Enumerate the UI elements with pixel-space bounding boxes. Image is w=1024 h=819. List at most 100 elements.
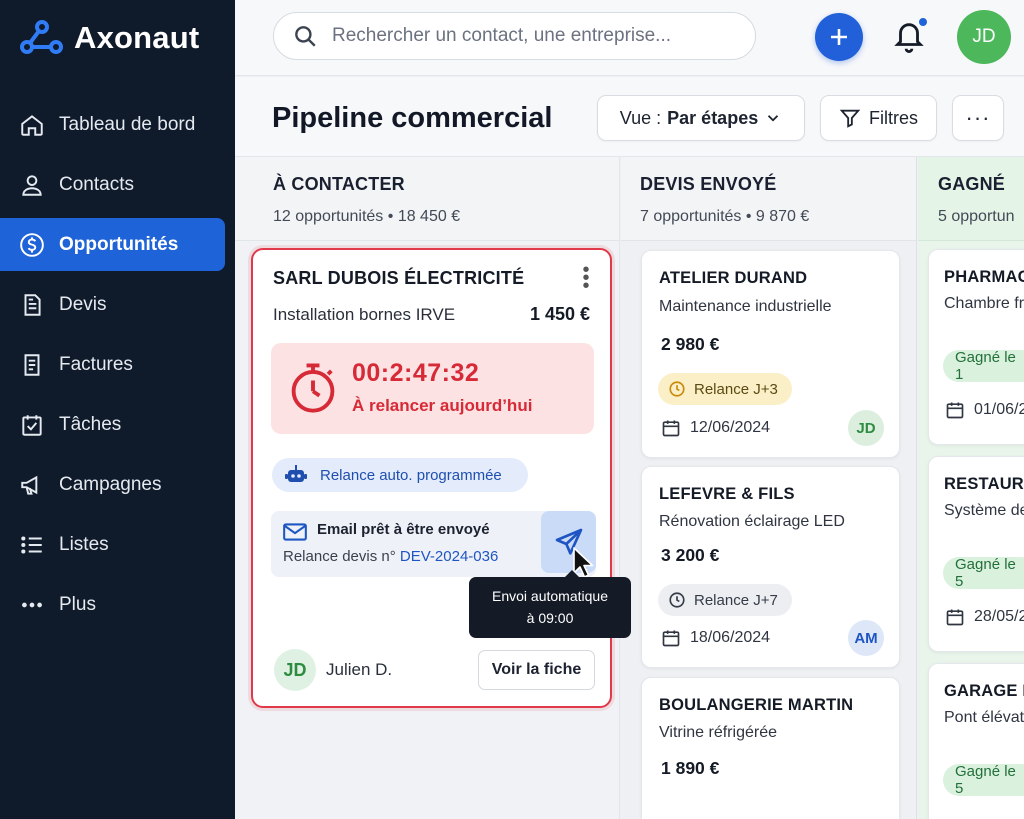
megaphone-icon: [18, 471, 46, 499]
sidebar: Axonaut Tableau de bord Contacts Opportu…: [0, 0, 235, 819]
list-icon: [18, 531, 46, 559]
sidebar-item-label: Opportunités: [59, 233, 179, 255]
clock-icon: [669, 592, 685, 608]
sidebar-item-label: Tâches: [59, 413, 122, 435]
card-description: Maintenance industrielle: [659, 298, 832, 315]
card-company: BOULANGERIE MARTIN: [659, 696, 854, 714]
column-title: DEVIS ENVOYÉ: [640, 174, 777, 194]
sidebar-item-label: Plus: [59, 593, 96, 615]
opportunity-card-highlighted[interactable]: SARL DUBOIS ÉLECTRICITÉ • • • Installation…: [251, 248, 612, 708]
view-record-button[interactable]: Voir la fiche: [478, 650, 595, 690]
card-amount: 1 450 €: [529, 304, 590, 324]
owner-avatar: JD: [274, 649, 316, 691]
search-input[interactable]: [332, 25, 722, 47]
owner-avatar: AM: [848, 620, 884, 656]
home-icon: [18, 111, 46, 139]
calendar-check-icon: [18, 411, 46, 439]
calendar-icon: [946, 402, 964, 419]
user-avatar[interactable]: JD: [957, 10, 1011, 64]
timer-value: 00:2:47:32: [352, 359, 480, 387]
email-ready-panel: Email prêt à être envoyé Relance devis n…: [271, 511, 596, 577]
sidebar-item-campaigns[interactable]: Campagnes: [0, 458, 225, 511]
sidebar-item-label: Campagnes: [59, 473, 162, 495]
status-badge: Gagné le 1: [943, 349, 1024, 383]
card-company: GARAGE P: [944, 682, 1024, 700]
opportunity-card[interactable]: ATELIER DURAND Maintenance industrielle …: [641, 250, 900, 458]
opportunity-card[interactable]: GARAGE P Pont élévat Gagné le 5: [928, 663, 1024, 819]
card-amount: 3 200 €: [661, 545, 720, 565]
robot-icon: [285, 465, 307, 482]
opportunity-card[interactable]: RESTAURE Système de Gagné le 5 28/05/2: [928, 456, 1024, 652]
document-icon: [18, 291, 46, 319]
sidebar-item-invoices[interactable]: Factures: [0, 338, 225, 391]
email-reference: Relance devis n° DEV-2024-036: [283, 548, 499, 565]
sidebar-item-lists[interactable]: Listes: [0, 518, 225, 571]
card-description: Rénovation éclairage LED: [659, 513, 845, 530]
card-company: ATELIER DURAND: [659, 269, 808, 287]
more-options-button[interactable]: ···: [952, 95, 1004, 141]
card-description: Installation bornes IRVE: [273, 305, 456, 324]
status-badge: Gagné le 5: [943, 763, 1024, 797]
filters-label: Filtres: [869, 107, 918, 128]
sidebar-item-more[interactable]: Plus: [0, 578, 225, 631]
timer-label: À relancer aujourd’hui: [352, 396, 533, 415]
column-header: DEVIS ENVOYÉ 7 opportunités • 9 870 €: [621, 157, 916, 241]
quote-link[interactable]: DEV-2024-036: [400, 548, 498, 565]
card-description: Pont élévat: [944, 709, 1024, 726]
card-company: RESTAURE: [944, 475, 1024, 493]
calendar-icon: [662, 420, 680, 437]
card-company: PHARMAC: [944, 268, 1024, 286]
card-date: 12/06/2024: [661, 418, 770, 438]
add-button[interactable]: [815, 13, 863, 61]
card-company: LEFEVRE & FILS: [659, 485, 795, 503]
card-date: 28/05/2: [945, 607, 1024, 627]
sidebar-item-dashboard[interactable]: Tableau de bord: [0, 98, 225, 151]
card-description: Vitrine réfrigérée: [659, 724, 777, 741]
app-logo[interactable]: Axonaut: [20, 20, 199, 56]
page-header: Pipeline commercial Vue : Par étapes Fil…: [235, 77, 1024, 157]
app-name: Axonaut: [74, 20, 200, 55]
owner-name: Julien D.: [326, 660, 393, 679]
card-menu-icon[interactable]: • • •: [582, 260, 590, 296]
won-cards-viewport: PHARMAC Chambre fr Gagné le 1 01/06/2 RE…: [918, 157, 1024, 819]
sidebar-item-label: Tableau de bord: [59, 113, 196, 135]
follow-up-timer: 00:2:47:32 À relancer aujourd’hui: [271, 343, 594, 434]
mail-icon: [283, 523, 307, 541]
sidebar-item-opportunities[interactable]: Opportunités: [0, 218, 225, 271]
sidebar-item-quotes[interactable]: Devis: [0, 278, 225, 331]
chevron-down-icon: [768, 115, 779, 122]
auto-follow-up-badge: Relance auto. programmée: [272, 458, 528, 492]
topbar: JD: [235, 0, 1024, 76]
sidebar-nav: Tableau de bord Contacts Opportunités De…: [0, 98, 235, 638]
column-summary: 12 opportunités • 18 450 €: [273, 208, 461, 225]
view-value: Par étapes: [667, 107, 759, 128]
notification-badge: [917, 16, 929, 28]
invoice-icon: [18, 351, 46, 379]
status-badge: Relance J+7: [658, 584, 792, 616]
opportunity-card[interactable]: LEFEVRE & FILS Rénovation éclairage LED …: [641, 466, 900, 668]
sidebar-item-tasks[interactable]: Tâches: [0, 398, 225, 451]
filters-button[interactable]: Filtres: [820, 95, 937, 141]
opportunity-card[interactable]: BOULANGERIE MARTIN Vitrine réfrigérée 1 …: [641, 677, 900, 819]
column-title: À CONTACTER: [273, 174, 405, 194]
opportunity-card[interactable]: PHARMAC Chambre fr Gagné le 1 01/06/2: [928, 249, 1024, 445]
column-header: À CONTACTER 12 opportunités • 18 450 €: [235, 157, 619, 241]
filter-icon: [839, 109, 861, 128]
search-icon: [295, 26, 316, 47]
card-company: SARL DUBOIS ÉLECTRICITÉ: [273, 268, 525, 288]
owner-avatar: JD: [848, 410, 884, 446]
card-description: Système de: [944, 502, 1024, 519]
sidebar-item-label: Listes: [59, 533, 109, 555]
auto-follow-up-label: Relance auto. programmée: [320, 466, 502, 484]
sidebar-item-label: Devis: [59, 293, 107, 315]
search-bar[interactable]: [273, 12, 756, 60]
sidebar-item-label: Factures: [59, 353, 133, 375]
status-badge: Relance J+3: [658, 373, 792, 405]
view-prefix: Vue :: [619, 107, 662, 128]
view-selector[interactable]: Vue : Par étapes: [597, 95, 805, 141]
card-amount: 1 890 €: [661, 758, 720, 778]
sidebar-item-contacts[interactable]: Contacts: [0, 158, 225, 211]
column-summary: 7 opportunités • 9 870 €: [640, 208, 810, 225]
calendar-icon: [662, 630, 680, 647]
email-ready-title: Email prêt à être envoyé: [317, 521, 490, 538]
